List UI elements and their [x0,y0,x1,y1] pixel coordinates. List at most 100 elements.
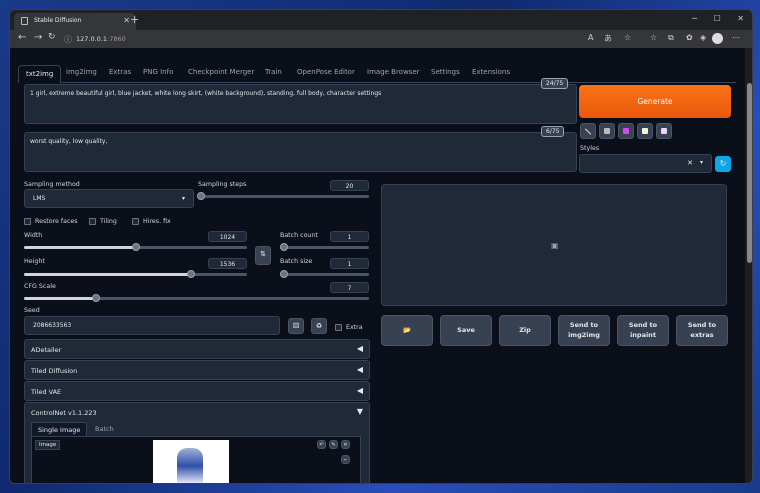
send-to-extras-button[interactable]: Send to extras [676,315,728,346]
minimize-button[interactable]: ─ [692,14,697,23]
send-to-img2img-button[interactable]: Send to img2img [558,315,610,346]
extensions-icon[interactable]: ✿ [686,33,693,42]
hires-fix-checkbox[interactable] [132,218,139,225]
close-window-button[interactable]: ✕ [737,14,744,23]
brush-icon[interactable]: ⌐ [341,455,350,464]
url-field[interactable]: ⓘ 127.0.0.1:7860 [62,32,582,46]
swap-dimensions-button[interactable]: ⇅ [255,246,271,265]
accordion-title: ADetailer [31,346,62,354]
save-style-button[interactable] [656,123,672,139]
title-bar: Stable Diffusion ✕ + ─ ☐ ✕ [10,10,752,30]
restore-faces-checkbox[interactable] [24,218,31,225]
accordion-tiled-diffusion[interactable]: Tiled Diffusion ◀ [24,360,370,380]
batch-count-slider[interactable] [280,243,369,251]
slider-handle[interactable] [92,294,101,302]
batch-size-input[interactable]: 1 [330,258,369,269]
browser-tab[interactable]: Stable Diffusion ✕ [14,13,136,30]
close-tab-icon[interactable]: ✕ [123,16,130,25]
slider-handle[interactable] [197,192,206,200]
tiling-label: Tiling [100,218,117,225]
open-folder-button[interactable]: 📂 [381,315,433,346]
accordion-adetailer[interactable]: ADetailer ◀ [24,339,370,359]
slider-fill [24,246,136,249]
tab-extras[interactable]: Extras [109,68,131,76]
tab-batch[interactable]: Batch [95,425,114,433]
width-input[interactable]: 1024 [208,231,247,242]
tab-png-info[interactable]: PNG Info [143,68,173,76]
tab-single-image[interactable]: Single Image [31,422,88,437]
save-icon [661,128,667,134]
edit-icon[interactable]: ✎ [329,440,338,449]
extra-seed-checkbox[interactable] [335,324,342,331]
menu-icon[interactable]: ⋯ [732,33,740,42]
tab-image-browser[interactable]: Image Browser [367,68,420,76]
tab-settings[interactable]: Settings [431,68,460,76]
page-scrollbar[interactable] [745,48,752,483]
save-button[interactable]: Save [440,315,492,346]
extra-networks-button[interactable] [618,123,634,139]
chevron-down-icon: ▾ [699,159,703,166]
tab-openpose-editor[interactable]: OpenPose Editor [297,68,355,76]
slider-handle[interactable] [187,270,196,278]
url-port: :7860 [107,35,126,43]
clear-image-icon[interactable]: ✕ [341,440,350,449]
favorites-icon[interactable]: ☆ [650,33,657,42]
forward-icon[interactable]: → [34,32,42,43]
seed-input[interactable]: 2086633563 [24,316,280,335]
batch-count-input[interactable]: 1 [330,231,369,242]
read-params-button[interactable] [580,123,596,139]
cfg-scale-input[interactable]: 7 [330,282,369,293]
sd-webui: txt2img img2img Extras PNG Info Checkpoi… [10,48,745,483]
sampling-method-dropdown[interactable]: LMS ▾ [24,189,194,208]
sampling-steps-slider[interactable] [197,192,369,200]
back-icon[interactable]: ← [18,32,26,43]
tab-checkpoint-merger[interactable]: Checkpoint Merger [188,68,254,76]
shield-icon[interactable]: ◈ [700,33,706,42]
width-slider[interactable] [24,243,247,251]
trash-button[interactable] [599,123,615,139]
folder-icon: 📂 [402,325,412,334]
batch-size-slider[interactable] [280,270,369,278]
send-to-inpaint-button[interactable]: Send to inpaint [617,315,669,346]
reuse-seed-button[interactable]: ♻ [311,318,327,334]
random-seed-button[interactable]: ⚄ [288,318,304,334]
generate-button[interactable]: Generate [579,85,731,118]
translate-icon[interactable]: あ [604,33,612,44]
tab-txt2img[interactable]: txt2img [18,65,62,83]
read-aloud-icon[interactable]: A [588,33,593,42]
accordion-controlnet[interactable]: ControlNet v1.1.223 ▼ Single Image Batch … [24,402,370,483]
browser-window: Stable Diffusion ✕ + ─ ☐ ✕ ← → ↻ ⓘ 127.0… [9,9,753,484]
undo-icon[interactable]: ↶ [317,440,326,449]
scrollbar-thumb[interactable] [747,83,752,263]
prompt-input[interactable]: 1 girl, extreme beautiful girl, blue jac… [24,84,577,124]
slider-handle[interactable] [131,243,140,251]
collapse-icon: ◀ [356,365,363,374]
sampling-steps-input[interactable]: 20 [330,180,369,191]
styles-dropdown[interactable]: ✕ ▾ [579,154,712,173]
clear-icon[interactable]: ✕ [687,159,693,167]
accordion-tiled-vae[interactable]: Tiled VAE ◀ [24,381,370,401]
avatar[interactable] [712,33,723,44]
controlnet-input-image[interactable] [153,440,229,483]
collections-icon[interactable]: ⧉ [668,33,674,43]
favorite-icon[interactable]: ☆ [624,33,631,42]
copy-style-button[interactable] [637,123,653,139]
slider-handle[interactable] [280,243,288,251]
tiling-checkbox[interactable] [89,218,96,225]
tab-train[interactable]: Train [265,68,282,76]
height-input[interactable]: 1536 [208,258,247,269]
prompt-token-counter: 24/75 [541,78,569,89]
slider-handle[interactable] [280,270,288,278]
refresh-styles-button[interactable]: ↻ [715,156,731,172]
new-tab-button[interactable]: + [130,13,139,26]
tab-extensions[interactable]: Extensions [472,68,510,76]
height-slider[interactable] [24,270,247,278]
tab-img2img[interactable]: img2img [66,68,97,76]
chevron-down-icon: ▾ [181,195,185,202]
zip-button[interactable]: Zip [499,315,551,346]
page-icon [21,17,28,25]
negative-prompt-input[interactable]: worst quality, low quality, [24,132,577,172]
cfg-scale-slider[interactable] [24,294,369,302]
maximize-button[interactable]: ☐ [714,14,721,23]
refresh-icon[interactable]: ↻ [48,32,56,42]
